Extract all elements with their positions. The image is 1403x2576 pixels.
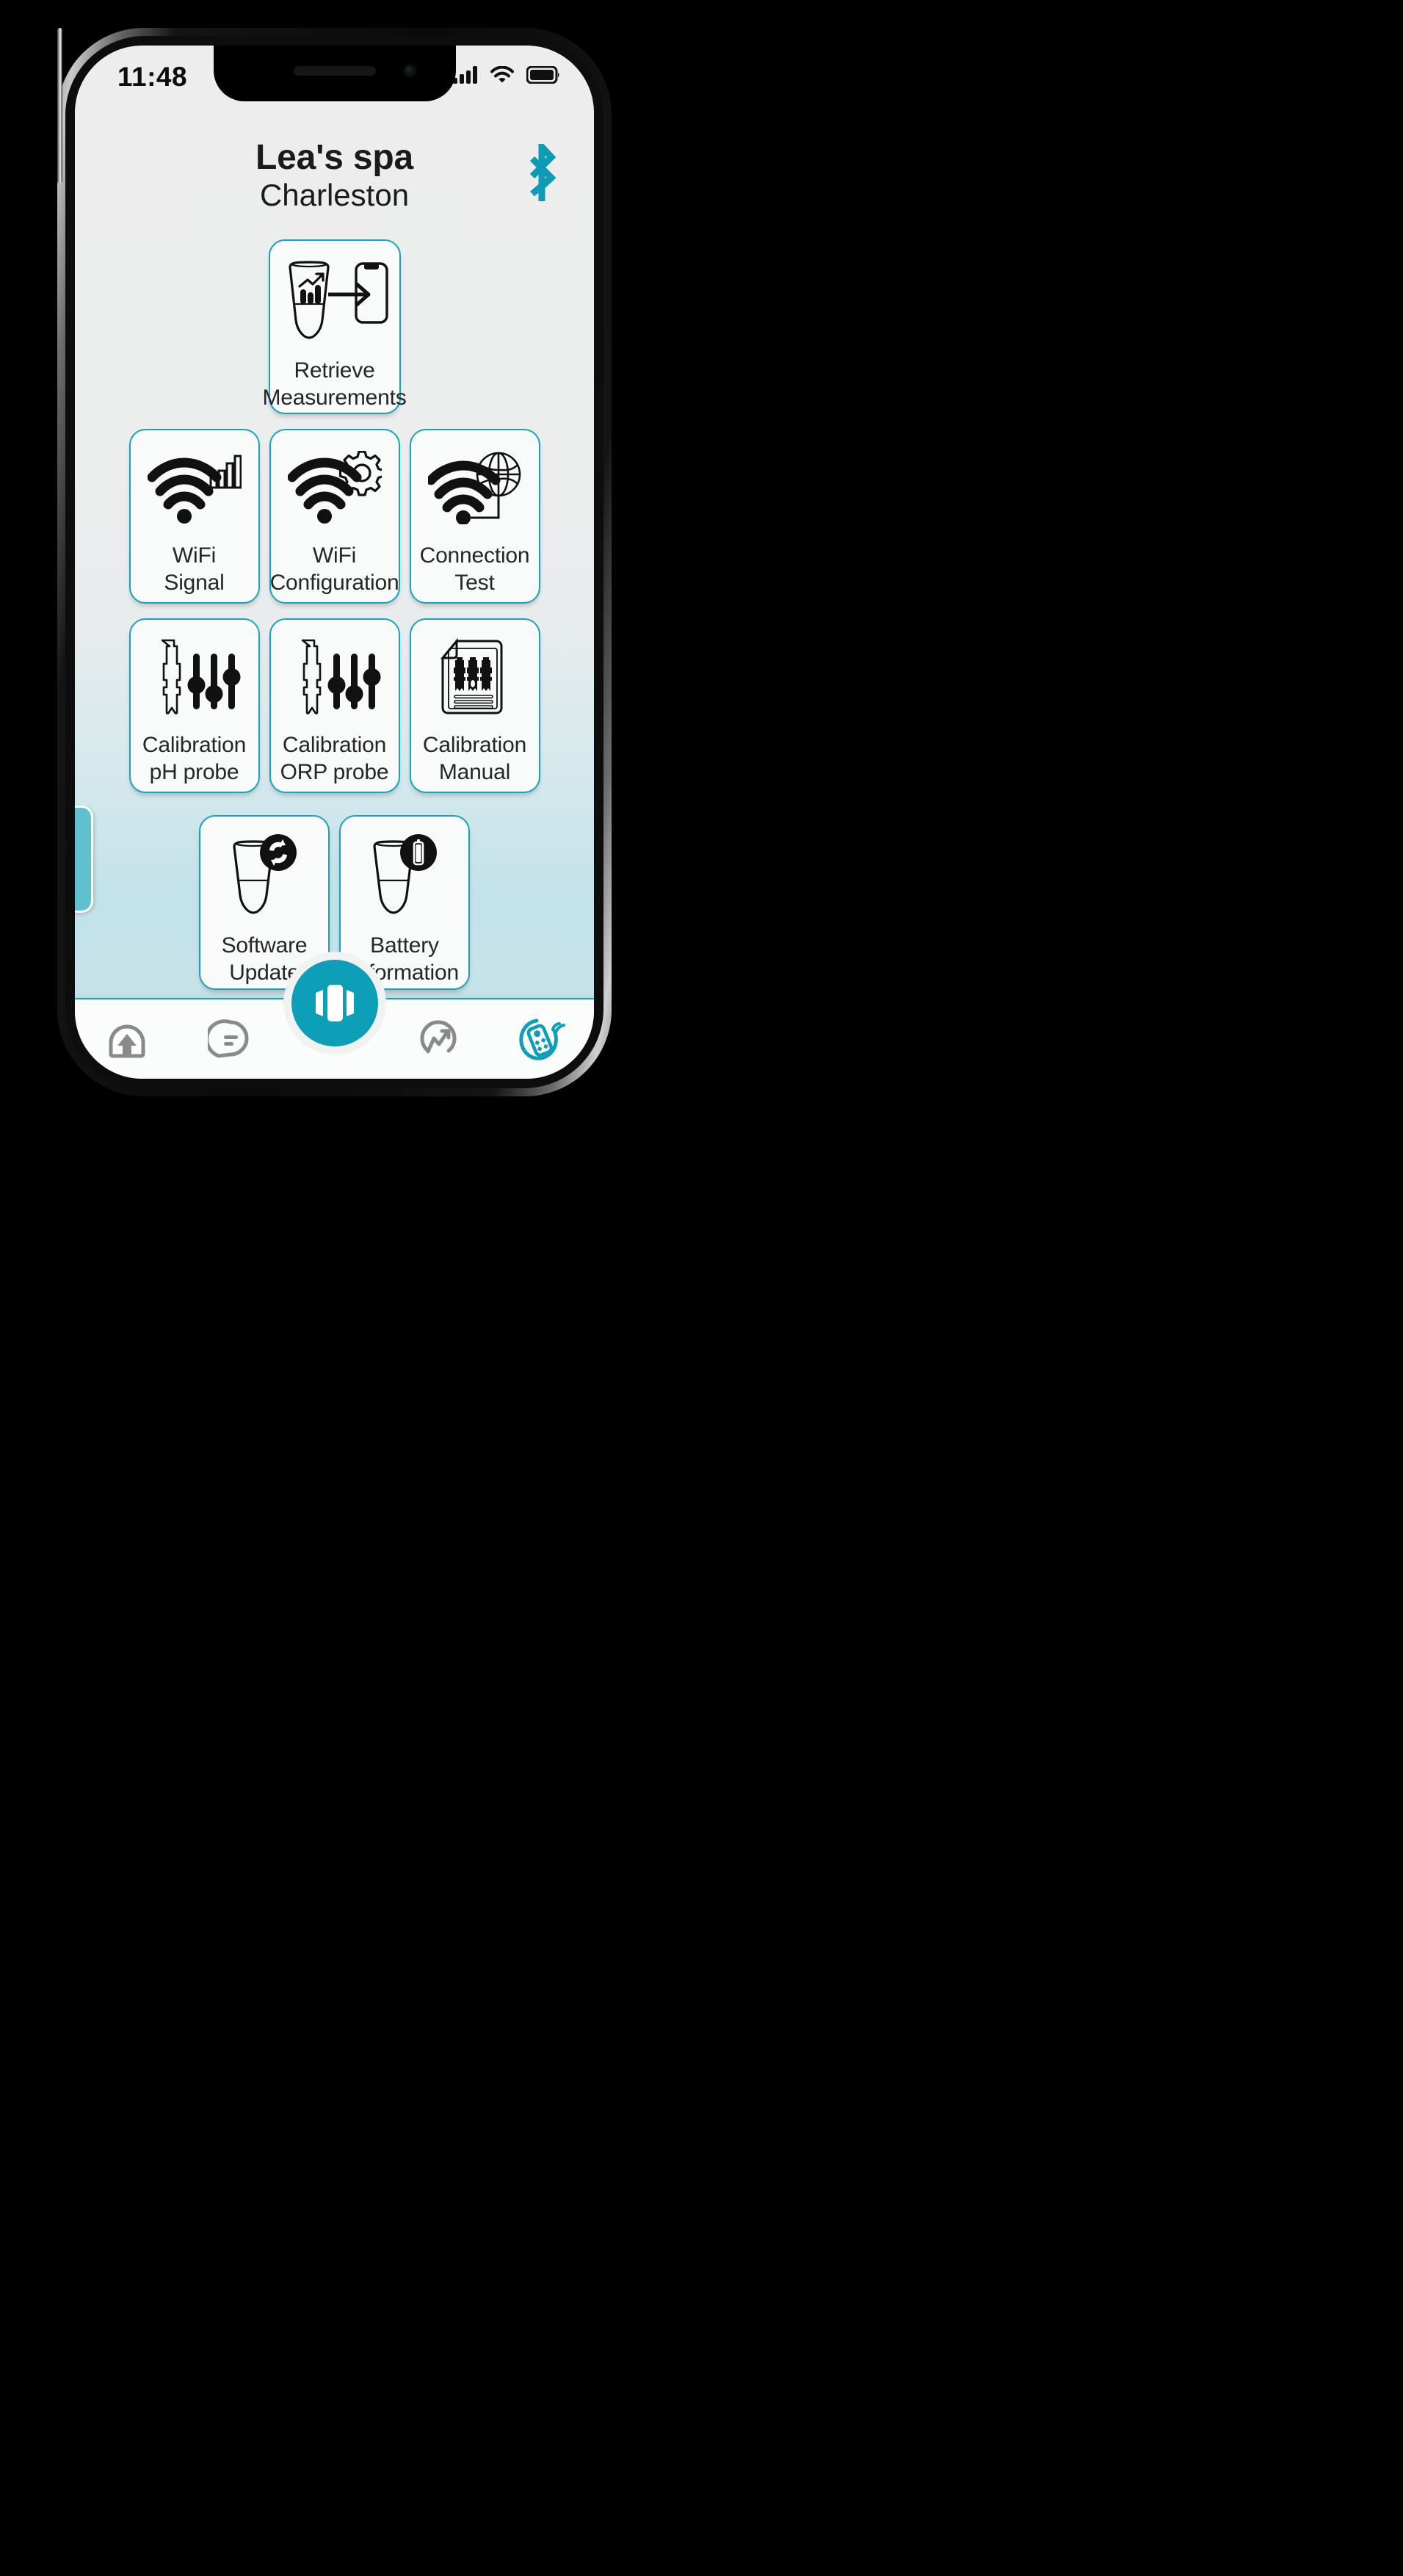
page-subtitle: Charleston bbox=[259, 177, 410, 212]
front-camera bbox=[402, 63, 418, 79]
card-wifi-configuration[interactable]: WiFi Configuration bbox=[269, 429, 400, 604]
remote-device-icon bbox=[518, 1016, 566, 1062]
battery-full-icon bbox=[526, 66, 560, 84]
hero-row: Retrieve Measurements bbox=[75, 239, 594, 414]
chat-icon bbox=[208, 1016, 253, 1062]
app-header: Lea's spa Charleston bbox=[75, 134, 594, 229]
card-label: Connection Test bbox=[420, 543, 530, 596]
card-label-line1: Calibration bbox=[142, 733, 247, 757]
card-wifi-signal[interactable]: WiFi Signal bbox=[128, 429, 260, 604]
card-label: Retrieve Measurements bbox=[263, 358, 407, 411]
card-label-line2: Signal bbox=[164, 570, 225, 595]
nav-item-trends[interactable] bbox=[386, 999, 490, 1079]
card-label-line1: Software bbox=[221, 933, 308, 958]
card-label-line1: Battery bbox=[370, 933, 439, 958]
card-connection-test[interactable]: Connection Test bbox=[409, 429, 540, 604]
earpiece-speaker bbox=[293, 66, 376, 76]
home-icon bbox=[104, 1016, 150, 1062]
card-battery-information[interactable]: Battery Information bbox=[339, 815, 470, 990]
card-label-line1: WiFi bbox=[172, 543, 217, 568]
card-label: Software Update bbox=[222, 933, 308, 986]
phone-screen: 11:48 Lea's spa Charleston Retrieve Meas… bbox=[75, 46, 594, 1079]
card-label-line2: ORP probe bbox=[280, 759, 389, 784]
page-title: Lea's spa bbox=[255, 138, 414, 177]
power-button[interactable] bbox=[57, 28, 62, 184]
nav-item-home[interactable] bbox=[75, 999, 178, 1079]
carousel-cards-icon bbox=[311, 983, 358, 1024]
document-probes-icon bbox=[435, 637, 515, 717]
card-label: Calibration Manual bbox=[423, 732, 526, 786]
probe-sync-icon bbox=[221, 834, 308, 915]
hero-label-line1: Retrieve bbox=[294, 358, 375, 383]
card-label-line1: WiFi bbox=[312, 543, 357, 568]
card-label-line1: Calibration bbox=[282, 733, 387, 757]
card-retrieve-measurements[interactable]: Retrieve Measurements bbox=[263, 239, 407, 414]
card-label-line2: Manual bbox=[438, 759, 511, 784]
status-icons bbox=[453, 66, 560, 84]
fab-carousel-button[interactable] bbox=[291, 960, 378, 1046]
nav-item-device[interactable] bbox=[490, 999, 594, 1079]
card-label: Calibration ORP probe bbox=[280, 732, 389, 786]
hero-label-line2: Measurements bbox=[262, 385, 407, 410]
grid-row-wifi: WiFi Signal WiFi Configuration Connectio… bbox=[75, 429, 594, 604]
wifi-globe-icon bbox=[427, 448, 522, 527]
notch bbox=[213, 46, 456, 101]
probe-sliders-icon bbox=[148, 637, 242, 717]
phone-frame: 11:48 Lea's spa Charleston Retrieve Meas… bbox=[57, 28, 612, 1096]
probe-to-phone-transfer-icon bbox=[280, 257, 390, 345]
card-label-line2: Configuration bbox=[269, 570, 399, 595]
trend-icon bbox=[416, 1016, 461, 1062]
wifi-signal-bars-icon bbox=[147, 448, 242, 527]
wifi-gear-icon bbox=[287, 448, 382, 527]
card-label-line2: Update bbox=[229, 960, 300, 985]
card-label-line2: Test bbox=[454, 570, 495, 595]
card-label: Calibration pH probe bbox=[142, 732, 246, 786]
card-label-line2: pH probe bbox=[149, 759, 239, 784]
header-titles: Lea's spa Charleston bbox=[75, 138, 594, 212]
nav-item-messages[interactable] bbox=[178, 999, 282, 1079]
card-label: WiFi Signal bbox=[164, 543, 224, 596]
status-time: 11:48 bbox=[117, 62, 188, 92]
cellular-signal-icon bbox=[453, 66, 478, 84]
grid-row-calibration: Calibration pH probe Calibration ORP pro… bbox=[75, 618, 594, 793]
card-calibration-orp-probe[interactable]: Calibration ORP probe bbox=[269, 618, 400, 793]
card-label: WiFi Configuration bbox=[270, 543, 399, 596]
card-label-line1: Connection bbox=[419, 543, 530, 568]
probe-sliders-icon bbox=[288, 637, 382, 717]
bluetooth-icon[interactable] bbox=[519, 144, 565, 204]
probe-battery-icon bbox=[361, 834, 448, 915]
card-software-update[interactable]: Software Update bbox=[199, 815, 330, 990]
side-drawer-handle[interactable] bbox=[75, 806, 93, 913]
screenshot-stage: 11:48 Lea's spa Charleston Retrieve Meas… bbox=[0, 0, 1403, 2576]
card-calibration-ph-probe[interactable]: Calibration pH probe bbox=[128, 618, 260, 793]
card-calibration-manual[interactable]: Calibration Manual bbox=[409, 618, 540, 793]
dashboard-content: Retrieve Measurements WiFi Signal WiFi C… bbox=[75, 229, 594, 1079]
card-label-line1: Calibration bbox=[422, 733, 527, 757]
wifi-icon bbox=[490, 66, 514, 84]
